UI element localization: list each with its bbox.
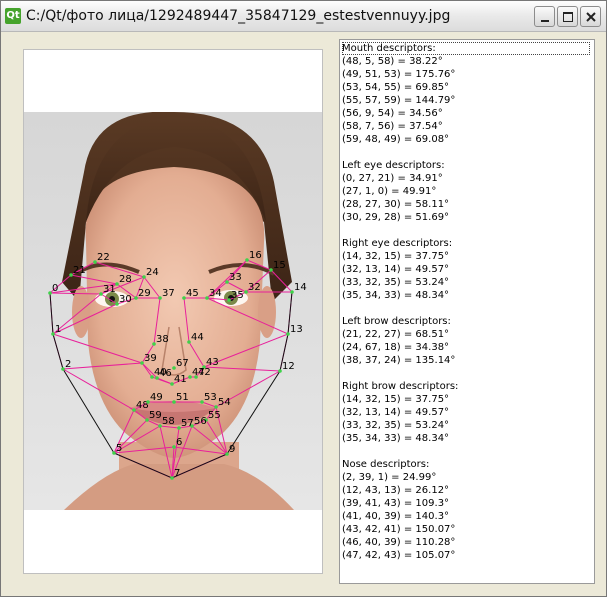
descriptor-entry[interactable]: (12, 43, 13) = 26.12°: [342, 484, 590, 497]
descriptor-entry[interactable]: (49, 51, 53) = 175.76°: [342, 68, 590, 81]
descriptor-group-heading[interactable]: Right eye descriptors:: [342, 237, 590, 250]
landmark-label: 16: [249, 250, 262, 261]
maximize-icon: [563, 12, 573, 22]
landmark-label: 5: [116, 443, 122, 454]
landmark-label: 55: [208, 410, 221, 421]
descriptor-group-heading[interactable]: Left eye descriptors:: [342, 159, 590, 172]
landmark-label: 44: [191, 332, 204, 343]
descriptor-entry[interactable]: (59, 48, 49) = 69.08°: [342, 133, 590, 146]
descriptor-entry[interactable]: (21, 22, 27) = 68.51°: [342, 328, 590, 341]
landmark-label: 1: [55, 324, 61, 335]
landmark-label: 14: [294, 282, 307, 293]
landmark-label: 41: [174, 374, 187, 385]
landmark-label: 38: [156, 334, 169, 345]
descriptor-entry[interactable]: (35, 34, 33) = 48.34°: [342, 289, 590, 302]
landmark-label: 13: [290, 324, 303, 335]
landmark-label: 43: [206, 357, 219, 368]
descriptor-entry[interactable]: (56, 9, 54) = 34.56°: [342, 107, 590, 120]
descriptor-entry[interactable]: (24, 67, 18) = 34.38°: [342, 341, 590, 354]
landmark-label: 30: [119, 294, 132, 305]
descriptor-entry[interactable]: (58, 7, 56) = 37.54°: [342, 120, 590, 133]
descriptor-entry[interactable]: (28, 27, 30) = 58.11°: [342, 198, 590, 211]
descriptor-entry[interactable]: (35, 34, 33) = 48.34°: [342, 432, 590, 445]
main-window: Qt C:/Qt/фото лица/1292489447_35847129_e…: [0, 0, 607, 597]
landmark-label: 39: [144, 353, 157, 364]
landmark-label: 54: [218, 397, 231, 408]
landmark-label: 6: [176, 437, 182, 448]
face-photo: 0125679121314151621222428293031 323334 353…: [24, 112, 322, 510]
landmark-label: 2: [65, 359, 71, 370]
descriptor-entry[interactable]: (2, 39, 1) = 24.99°: [342, 471, 590, 484]
blank-line[interactable]: [342, 224, 590, 237]
descriptor-entry[interactable]: (0, 27, 21) = 34.91°: [342, 172, 590, 185]
descriptor-entry[interactable]: (33, 32, 35) = 53.24°: [342, 419, 590, 432]
descriptor-entry[interactable]: (38, 37, 24) = 135.14°: [342, 354, 590, 367]
landmark-label: 58: [162, 416, 175, 427]
landmark-label: 21: [73, 265, 86, 276]
landmark-label: 9: [229, 444, 235, 455]
window-title: C:/Qt/фото лица/1292489447_35847129_este…: [26, 8, 451, 24]
title-bar[interactable]: Qt C:/Qt/фото лица/1292489447_35847129_e…: [1, 1, 606, 32]
blank-line[interactable]: [342, 302, 590, 315]
descriptor-entry[interactable]: (33, 32, 35) = 53.24°: [342, 276, 590, 289]
landmark-label: 59: [149, 410, 162, 421]
descriptor-entry[interactable]: (32, 13, 14) = 49.57°: [342, 406, 590, 419]
descriptors-list[interactable]: Mouth descriptors: (48, 5, 58) = 38.22° (4…: [342, 42, 590, 562]
landmark-label: 31: [103, 284, 116, 295]
landmark-label: 32: [248, 282, 261, 293]
close-button[interactable]: [580, 6, 601, 27]
landmark-label: 15: [273, 260, 286, 271]
descriptors-list-panel[interactable]: Mouth descriptors: (48, 5, 58) = 38.22° (4…: [339, 39, 595, 584]
maximize-button[interactable]: [557, 6, 578, 27]
descriptor-entry[interactable]: (14, 32, 15) = 37.75°: [342, 250, 590, 263]
landmark-label: 53: [204, 392, 217, 403]
landmark-label: 67: [176, 358, 189, 369]
landmark-label: 46: [159, 368, 172, 379]
landmark-label: 45: [186, 288, 199, 299]
landmark-label: 49: [150, 392, 163, 403]
landmark-label: 12: [282, 361, 295, 372]
landmark-label: 47: [192, 367, 205, 378]
blank-line[interactable]: [342, 367, 590, 380]
descriptor-entry[interactable]: (48, 5, 58) = 38.22°: [342, 55, 590, 68]
descriptor-group-heading[interactable]: Mouth descriptors:: [342, 42, 590, 55]
descriptor-entry[interactable]: (55, 57, 59) = 144.79°: [342, 94, 590, 107]
descriptor-entry[interactable]: (32, 13, 14) = 49.57°: [342, 263, 590, 276]
landmark-label: 33: [229, 272, 242, 283]
descriptor-group-heading[interactable]: Nose descriptors:: [342, 458, 590, 471]
landmark-label: 57: [181, 418, 194, 429]
descriptor-entry[interactable]: (47, 42, 43) = 105.07°: [342, 549, 590, 562]
descriptor-group-heading[interactable]: Right brow descriptors:: [342, 380, 590, 393]
descriptor-entry[interactable]: (30, 29, 28) = 51.69°: [342, 211, 590, 224]
landmark-label: 7: [174, 468, 180, 479]
face-image-view: 0 1 2 5 6 7 9 12 13 14 15 16 21 22 24 28 29 30 31 32 33 34 35 3…: [23, 49, 323, 574]
descriptor-entry[interactable]: (27, 1, 0) = 49.91°: [342, 185, 590, 198]
landmark-label: 22: [97, 252, 110, 263]
landmark-label: 0: [52, 283, 58, 294]
blank-line[interactable]: [342, 146, 590, 159]
landmark-label: 29: [138, 288, 151, 299]
descriptor-entry[interactable]: (41, 40, 39) = 140.3°: [342, 510, 590, 523]
minimize-icon: [541, 20, 549, 22]
landmark-label: 34: [209, 288, 222, 299]
descriptor-entry[interactable]: (14, 32, 15) = 37.75°: [342, 393, 590, 406]
landmark-label: 56: [194, 416, 207, 427]
landmark-label: 37: [162, 288, 175, 299]
descriptor-group-heading[interactable]: Left brow descriptors:: [342, 315, 590, 328]
descriptor-entry[interactable]: (53, 54, 55) = 69.85°: [342, 81, 590, 94]
minimize-button[interactable]: [534, 6, 555, 27]
descriptor-entry[interactable]: (39, 41, 43) = 109.3°: [342, 497, 590, 510]
landmark-label: 35: [231, 290, 244, 301]
landmark-label: 24: [146, 267, 159, 278]
landmark-label: 51: [176, 392, 189, 403]
blank-line[interactable]: [342, 445, 590, 458]
descriptor-entry[interactable]: (46, 40, 39) = 110.28°: [342, 536, 590, 549]
landmark-label: 28: [119, 274, 132, 285]
qt-app-icon: Qt: [5, 8, 21, 24]
descriptor-entry[interactable]: (43, 42, 41) = 150.07°: [342, 523, 590, 536]
close-icon: [586, 12, 596, 22]
